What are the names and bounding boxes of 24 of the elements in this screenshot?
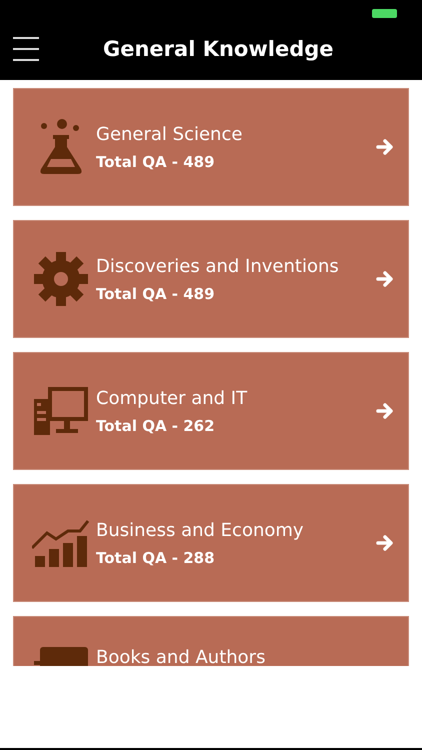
question-count: Total QA - 489 [96, 284, 216, 302]
app-title: General Knowledge [103, 37, 334, 61]
category-card[interactable]: Computer and IT Total QA - 262 [13, 352, 409, 470]
gear-icon [34, 252, 88, 306]
arrow-right-icon [376, 138, 394, 156]
menu-button[interactable] [13, 37, 39, 61]
category-card[interactable]: Business and Economy Total QA - 288 [13, 484, 409, 602]
category-title: General Science [96, 124, 244, 144]
computer-icon [34, 387, 88, 435]
category-card[interactable]: Books and Authors [13, 616, 409, 666]
category-title: Business and Economy [96, 520, 305, 540]
category-title: Computer and IT [96, 388, 248, 408]
arrow-right-icon [376, 270, 394, 288]
arrow-right-icon [376, 534, 394, 552]
bar-chart-icon [32, 517, 90, 569]
category-title: Discoveries and Inventions [96, 256, 340, 276]
category-title: Books and Authors [96, 647, 266, 666]
battery-icon [372, 9, 397, 18]
category-card[interactable]: Discoveries and Inventions Total QA - 489 [13, 220, 409, 338]
question-count: Total QA - 288 [96, 548, 216, 566]
arrow-right-icon [376, 402, 394, 420]
question-count: Total QA - 489 [96, 152, 216, 170]
question-count: Total QA - 262 [96, 416, 216, 434]
category-card[interactable]: General Science Total QA - 489 [13, 88, 409, 206]
